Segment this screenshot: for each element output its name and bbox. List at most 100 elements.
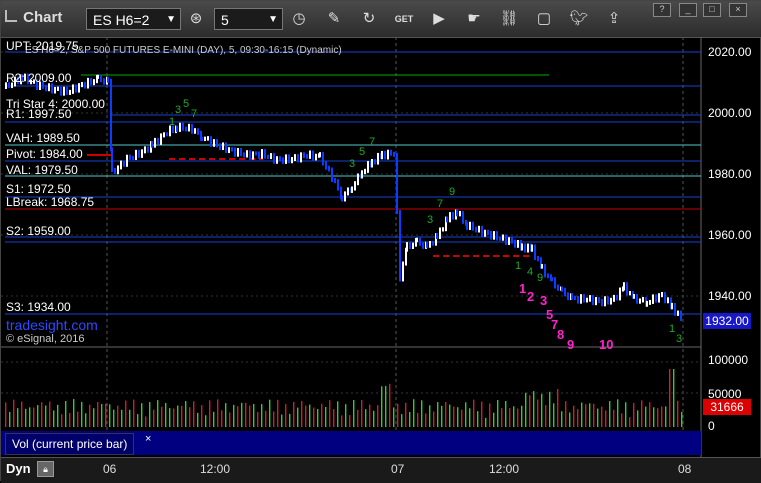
price-bar [216, 139, 218, 148]
comment-icon[interactable]: ▢ [533, 9, 555, 29]
price-bar [63, 86, 65, 96]
price-axis-label: 2020.00 [708, 45, 752, 59]
volume-bar [17, 408, 19, 427]
price-bar [626, 282, 628, 296]
dyn-button[interactable]: Dyn [6, 461, 31, 476]
volume-bar [489, 403, 491, 427]
price-bar [204, 136, 206, 142]
price-bar [294, 154, 296, 162]
s1-label: S1: 1972.50 [6, 182, 71, 196]
volume-bar [393, 407, 395, 427]
volume-bar [457, 407, 459, 427]
upt-label: UPT: 2019.75 [6, 39, 79, 53]
help-button[interactable]: ? [653, 3, 671, 17]
copyright: © eSignal, 2016 [6, 333, 85, 345]
lock-icon[interactable]: 🔒︎ [37, 461, 54, 477]
price-bar [114, 168, 116, 175]
price-bar [60, 86, 62, 96]
pink-count-label: 10 [599, 337, 613, 352]
current-volume-tag: 31666 [703, 399, 751, 415]
price-bar [258, 151, 260, 159]
price-bar [502, 234, 504, 241]
symbol-input[interactable]: ES H6=2 ▼ [86, 8, 181, 30]
price-bar [273, 153, 275, 164]
lbreak-label: LBreak: 1968.75 [6, 195, 95, 209]
count-label: 4 [527, 266, 533, 278]
price-bar [331, 167, 333, 182]
volume-bar [409, 412, 411, 427]
pink-count-label: 8 [557, 327, 564, 342]
volume-bar [273, 411, 275, 427]
count-label: 5 [183, 98, 189, 110]
price-bar [664, 291, 666, 304]
count-label: 1 [169, 116, 175, 128]
volume-bar [241, 402, 243, 427]
volume-axis-label: 0 [708, 419, 715, 433]
price-bar [103, 78, 105, 85]
price-bar [45, 84, 47, 92]
price-bar [367, 161, 369, 173]
price-bar [117, 165, 119, 175]
price-bar [452, 212, 454, 220]
time-tick: 12:00 [200, 462, 231, 476]
price-bar [141, 149, 143, 158]
crosshair-icon[interactable]: ⊛ [185, 9, 207, 29]
get-icon[interactable]: GET [393, 9, 415, 29]
volume-bar [257, 411, 259, 427]
hand-icon[interactable]: ☛ [463, 9, 485, 29]
toolbar: Chart ES H6=2 ▼ ⊛ 5 ▼ ◷ ✎ ↻ GET ▶ ☛ ⛓ ▢ … [1, 1, 761, 38]
volume-bar [677, 400, 679, 427]
volume-bar [325, 406, 327, 427]
close-study-icon[interactable]: × [145, 433, 151, 445]
volume-bar [149, 402, 151, 427]
price-bar [422, 241, 424, 249]
link-icon[interactable]: ⛓ [498, 9, 520, 29]
refresh-icon[interactable]: ↻ [358, 9, 380, 29]
price-bar [132, 155, 134, 161]
price-bar [475, 226, 477, 233]
volume-bar [461, 409, 463, 427]
volume-bar [109, 404, 111, 427]
price-bar [371, 159, 373, 168]
volume-bar [365, 409, 367, 427]
price-bar [466, 221, 468, 230]
play-icon[interactable]: ▶ [428, 9, 450, 29]
volume-bar [153, 409, 155, 427]
twitter-icon[interactable]: 🐦︎ [568, 9, 590, 29]
pencil-icon[interactable]: ✎ [323, 9, 345, 29]
interval-input[interactable]: 5 ▼ [214, 8, 283, 30]
price-bar [54, 86, 56, 94]
volume-bar [629, 417, 631, 427]
volume-bar [341, 415, 343, 427]
share-icon[interactable]: ⇪ [603, 9, 625, 29]
price-bar [303, 152, 305, 159]
volume-bar [557, 389, 559, 427]
volume-bar [465, 402, 467, 427]
volume-bar [437, 402, 439, 427]
volume-bar [213, 411, 215, 427]
volume-bar [13, 399, 15, 427]
clock-icon[interactable]: ◷ [288, 9, 310, 29]
price-bar [508, 237, 510, 245]
price-bar [347, 187, 349, 196]
price-bar [188, 123, 190, 132]
price-bar [288, 154, 290, 164]
maximize-button[interactable]: □ [703, 3, 721, 17]
price-bar [384, 150, 386, 160]
volume-bar [133, 399, 135, 427]
volume-bar [317, 408, 319, 427]
volume-bar [513, 406, 515, 427]
volume-study-tab[interactable]: Vol (current price bar) [5, 433, 135, 455]
volume-bar [469, 408, 471, 427]
price-bar [658, 293, 660, 303]
price-bar [469, 221, 471, 230]
count-label: 3 [676, 333, 682, 345]
chevron-down-icon[interactable]: ▼ [268, 9, 278, 31]
price-bar [655, 294, 657, 303]
minimize-button[interactable]: _ [679, 3, 697, 17]
price-bar [87, 77, 89, 89]
close-button[interactable]: × [729, 3, 747, 17]
chevron-down-icon[interactable]: ▼ [166, 9, 176, 31]
price-chart[interactable]: 1 3 5 7 3 5 7 3 7 9 1 4 9 1 3 1 2 3 5 7 … [1, 37, 761, 457]
volume-bar [661, 406, 663, 427]
